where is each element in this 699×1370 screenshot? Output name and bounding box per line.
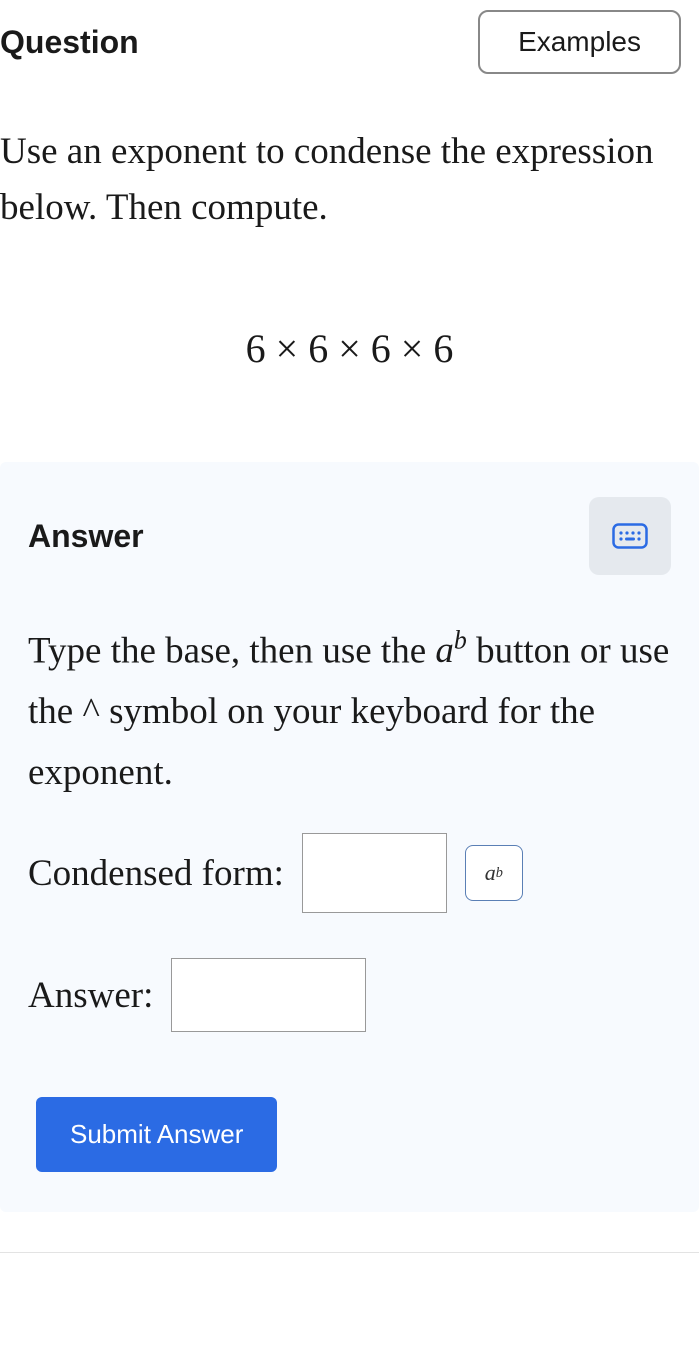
answer-input-label: Answer: <box>28 974 153 1017</box>
answer-instruction: Type the base, then use the ab button or… <box>28 620 671 803</box>
math-expression: 6 × 6 × 6 × 6 <box>0 235 699 462</box>
header-row: Question Examples <box>0 0 699 84</box>
exponent-button-sup: b <box>496 865 503 882</box>
exponent-button[interactable]: ab <box>465 845 523 901</box>
exponent-button-base: a <box>485 860 496 886</box>
answer-panel: Answer Type the base, then use the ab bu… <box>0 462 699 1212</box>
answer-input[interactable] <box>171 958 366 1032</box>
question-prompt: Use an exponent to condense the expressi… <box>0 84 699 235</box>
answer-header: Answer <box>28 497 671 575</box>
divider <box>0 1252 699 1253</box>
keyboard-icon <box>612 523 648 549</box>
condensed-form-row: Condensed form: ab <box>28 833 671 913</box>
answer-heading: Answer <box>28 518 144 555</box>
examples-button[interactable]: Examples <box>478 10 681 74</box>
condensed-form-input[interactable] <box>302 833 447 913</box>
submit-answer-button[interactable]: Submit Answer <box>36 1097 277 1172</box>
keyboard-button[interactable] <box>589 497 671 575</box>
ab-notation-inline: ab <box>435 630 466 671</box>
instruction-text-1: Type the base, then use the <box>28 630 435 671</box>
question-heading: Question <box>0 24 139 61</box>
condensed-form-label: Condensed form: <box>28 852 284 895</box>
answer-row: Answer: <box>28 958 671 1032</box>
